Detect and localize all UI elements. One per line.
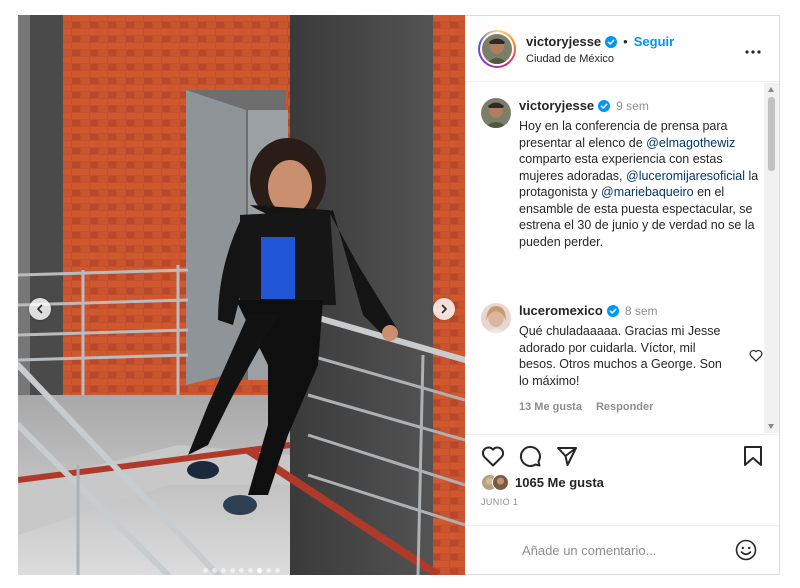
carousel-next-button[interactable] — [433, 298, 455, 320]
mention-link[interactable]: @luceromijaresoficial — [626, 169, 745, 183]
like-button[interactable] — [481, 445, 505, 472]
mention-link[interactable]: @mariebaqueiro — [601, 185, 694, 199]
mention-link[interactable]: @elmagothewiz — [646, 136, 735, 150]
heart-icon — [481, 446, 505, 467]
comments-scrollbar[interactable] — [764, 83, 779, 433]
avatar — [482, 34, 512, 64]
caption-timestamp[interactable]: 9 sem — [616, 99, 649, 113]
add-comment-bar — [465, 525, 779, 575]
carousel-dot — [248, 568, 253, 573]
caption-username[interactable]: victoryjesse — [519, 98, 594, 113]
more-options-icon — [745, 50, 761, 54]
avatar — [492, 474, 509, 491]
comments-list[interactable]: victoryjesse 9 sem Hoy en la conferencia… — [465, 83, 779, 433]
location-link[interactable]: Ciudad de México — [526, 53, 614, 65]
carousel-indicator — [18, 568, 465, 573]
post-photo[interactable] — [18, 15, 465, 575]
header-username[interactable]: victoryjesse — [526, 34, 601, 49]
carousel-dot — [275, 568, 280, 573]
carousel-dot — [230, 568, 235, 573]
emoji-icon — [735, 539, 757, 561]
chevron-right-icon — [441, 304, 447, 314]
story-ring[interactable] — [478, 30, 516, 68]
carousel-dot — [203, 568, 208, 573]
comment-button[interactable] — [519, 445, 541, 472]
chevron-left-icon — [37, 304, 43, 314]
verified-badge-icon — [598, 99, 611, 112]
carousel-prev-button[interactable] — [29, 298, 51, 320]
like-count[interactable]: 1065 Me gusta — [515, 475, 604, 490]
comment-likes[interactable]: 13 Me gusta — [519, 401, 582, 413]
carousel-dot — [221, 568, 226, 573]
scroll-thumb[interactable] — [768, 97, 775, 171]
comment-timestamp[interactable]: 8 sem — [625, 304, 658, 318]
carousel-dot — [239, 568, 244, 573]
bookmark-icon — [744, 446, 762, 466]
emoji-button[interactable] — [735, 539, 757, 566]
avatar[interactable] — [481, 98, 511, 128]
scroll-up-arrow[interactable] — [768, 87, 774, 92]
comment-username[interactable]: luceromexico — [519, 303, 603, 318]
reply-button[interactable]: Responder — [596, 401, 653, 413]
save-button[interactable] — [743, 445, 763, 472]
comment-like-button[interactable] — [749, 349, 763, 367]
post-header: victoryjesse • Seguir Ciudad de México — [465, 16, 779, 82]
more-options-button[interactable] — [745, 41, 761, 59]
paper-plane-icon — [557, 447, 577, 466]
likes-summary[interactable]: 1065 Me gusta — [481, 474, 604, 491]
scroll-down-arrow[interactable] — [768, 424, 774, 429]
carousel-dot — [212, 568, 217, 573]
carousel-dot — [257, 568, 262, 573]
comment-text: Qué chuladaaaaa. Gracias mi Jesse adorad… — [519, 324, 722, 388]
post-image — [18, 15, 465, 575]
comment-input[interactable] — [522, 540, 722, 560]
verified-badge-icon — [605, 35, 618, 48]
post-side-panel: victoryjesse • Seguir Ciudad de México v… — [465, 15, 780, 575]
heart-icon — [749, 349, 763, 362]
avatar[interactable] — [481, 303, 511, 333]
comment-icon — [519, 445, 541, 467]
caption-text: Hoy en la conferencia de prensa para pre… — [519, 118, 759, 250]
header-separator: • — [623, 34, 628, 49]
share-button[interactable] — [556, 445, 578, 472]
verified-badge-icon — [606, 304, 619, 317]
follow-button[interactable]: Seguir — [634, 34, 674, 49]
liked-by-avatars — [481, 474, 509, 491]
carousel-dot — [266, 568, 271, 573]
post-date[interactable]: JUNIO 1 — [481, 497, 518, 507]
